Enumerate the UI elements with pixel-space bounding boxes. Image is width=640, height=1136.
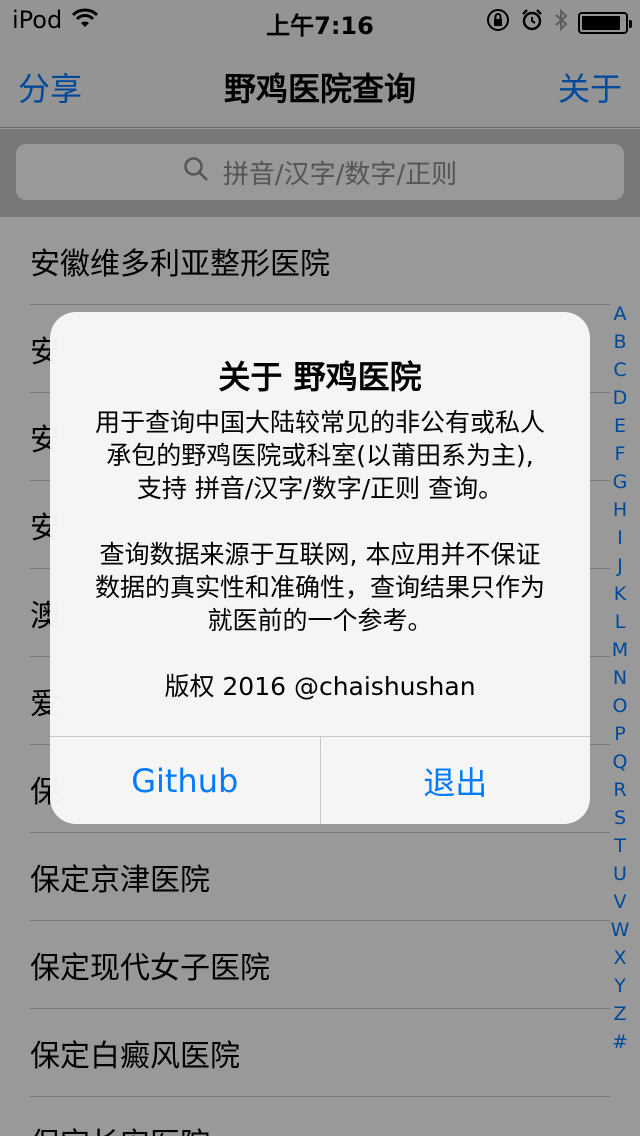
alert-line: 用于查询中国大陆较常见的非公有或私人 — [94, 408, 545, 437]
screen: iPod 上午7:16 分享 野鸡医院查询 关于 拼音/汉字/数字/正则 安徽维… — [0, 0, 640, 1136]
exit-button[interactable]: 退出 — [319, 737, 591, 824]
alert-line: 数据的真实性和准确性，查询结果只作为 — [94, 573, 545, 602]
copyright-line: 版权 2016 @chaishushan — [164, 672, 476, 701]
alert-line: 查询数据来源于互联网, 本应用并不保证 — [99, 540, 541, 569]
alert-message: 用于查询中国大陆较常见的非公有或私人 承包的野鸡医院或科室(以莆田系为主), 支… — [82, 406, 558, 703]
alert-title: 关于 野鸡医院 — [218, 358, 422, 396]
about-alert: 关于 野鸡医院 用于查询中国大陆较常见的非公有或私人 承包的野鸡医院或科室(以莆… — [50, 312, 590, 824]
alert-button-row: Github 退出 — [50, 736, 590, 824]
github-button[interactable]: Github — [50, 737, 320, 824]
alert-line: 支持 拼音/汉字/数字/正则 查询。 — [136, 474, 504, 503]
alert-line: 承包的野鸡医院或科室(以莆田系为主), — [106, 441, 534, 470]
alert-line: 就医前的一个参考。 — [207, 606, 433, 635]
